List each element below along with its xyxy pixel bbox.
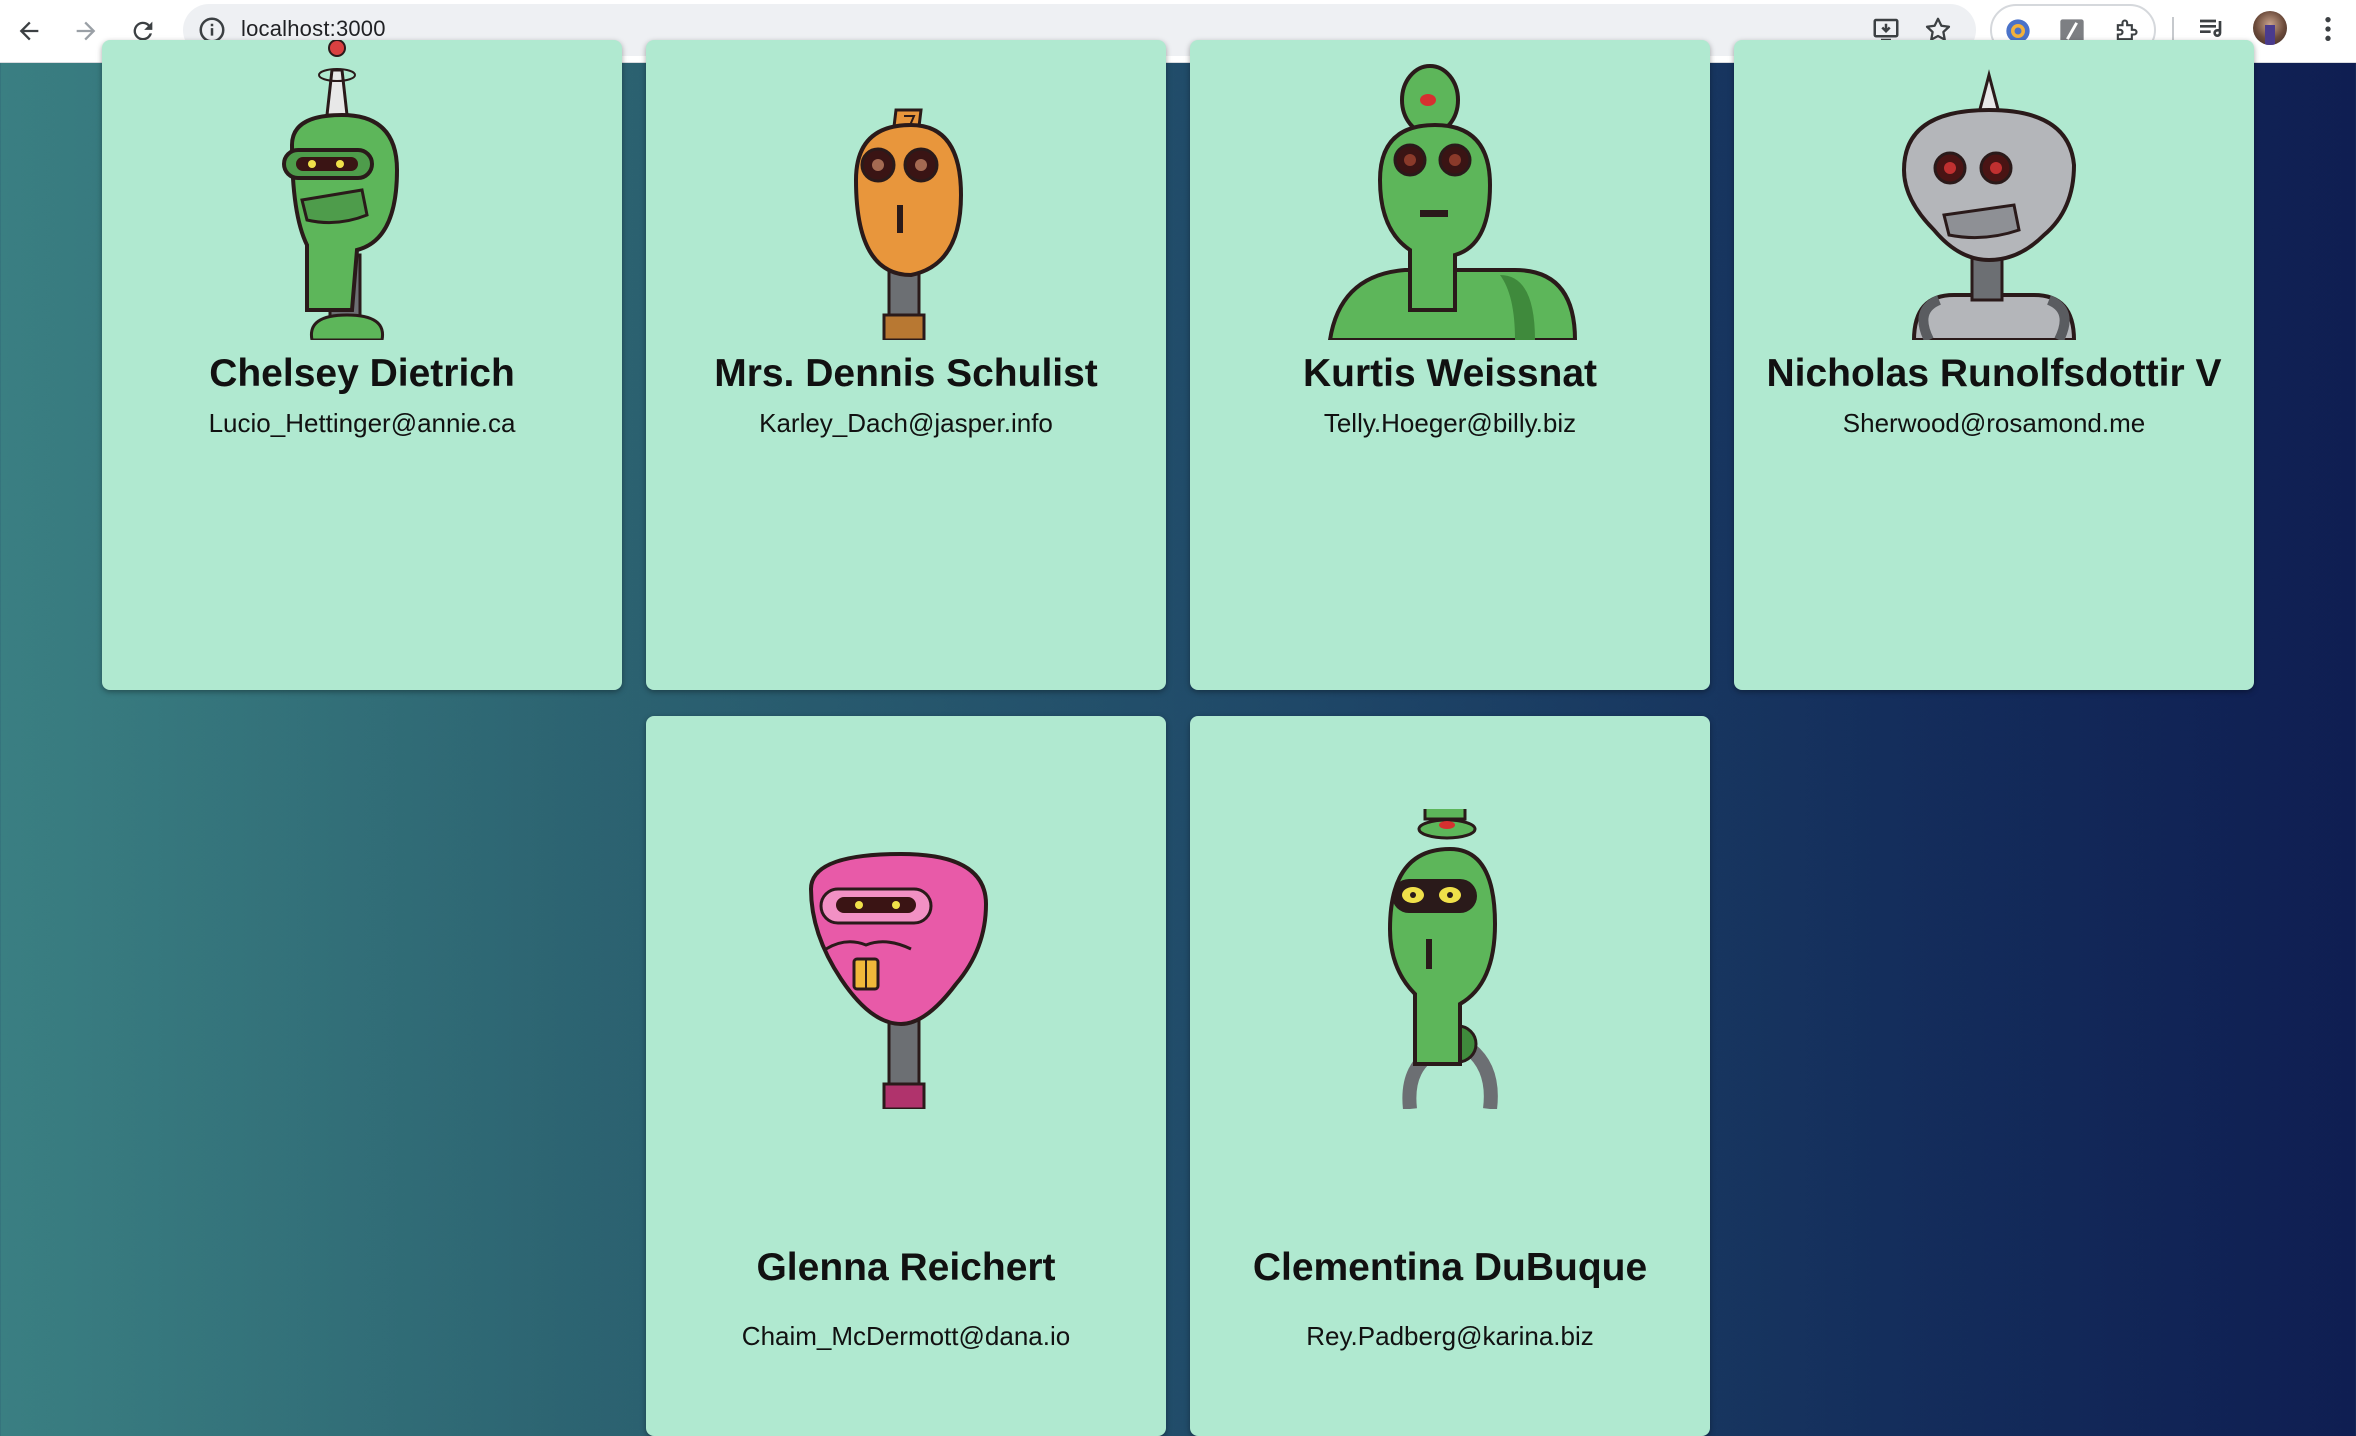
robot-avatar-image [756,809,1056,1109]
back-button[interactable] [6,8,52,54]
robot-email: Sherwood@rosamond.me [1842,408,2146,438]
robot-avatar-image [1300,40,1600,340]
arrow-left-icon [19,21,39,41]
robot-email: Telly.Hoeger@billy.biz [1323,408,1577,438]
robot-name: Nicholas Runolfsdottir V [1766,352,2222,395]
kebab-menu-icon[interactable] [2312,13,2344,45]
robot-email: Lucio_Hettinger@annie.ca [208,408,516,438]
robot-card[interactable]: Chelsey Dietrich Lucio_Hettinger@annie.c… [102,40,622,690]
robot-card[interactable]: Kurtis Weissnat Telly.Hoeger@billy.biz [1190,40,1710,690]
avatar[interactable] [2253,11,2287,45]
robot-name: Glenna Reichert [756,1246,1056,1289]
robot-avatar-image [1300,809,1600,1109]
robot-name: Clementina DuBuque [1252,1246,1648,1289]
robot-card[interactable]: Glenna Reichert Chaim_McDermott@dana.io [646,716,1166,1436]
robot-name: Mrs. Dennis Schulist [714,352,1098,395]
arrow-right-icon [76,21,96,41]
robot-avatar-image [212,40,512,340]
robot-email: Karley_Dach@jasper.info [759,408,1053,438]
robot-avatar-image [756,40,1056,340]
robot-email: Chaim_McDermott@dana.io [741,1321,1071,1351]
robot-avatar-image [1844,40,2144,340]
robot-name: Chelsey Dietrich [209,352,515,395]
robot-card[interactable]: Mrs. Dennis Schulist Karley_Dach@jasper.… [646,40,1166,690]
robot-card[interactable]: Nicholas Runolfsdottir V Sherwood@rosamo… [1734,40,2254,690]
robot-name: Kurtis Weissnat [1302,352,1598,395]
url-text[interactable]: localhost:3000 [241,16,386,42]
robot-card[interactable]: Clementina DuBuque Rey.Padberg@karina.bi… [1190,716,1710,1436]
robot-email: Rey.Padberg@karina.biz [1306,1321,1594,1351]
